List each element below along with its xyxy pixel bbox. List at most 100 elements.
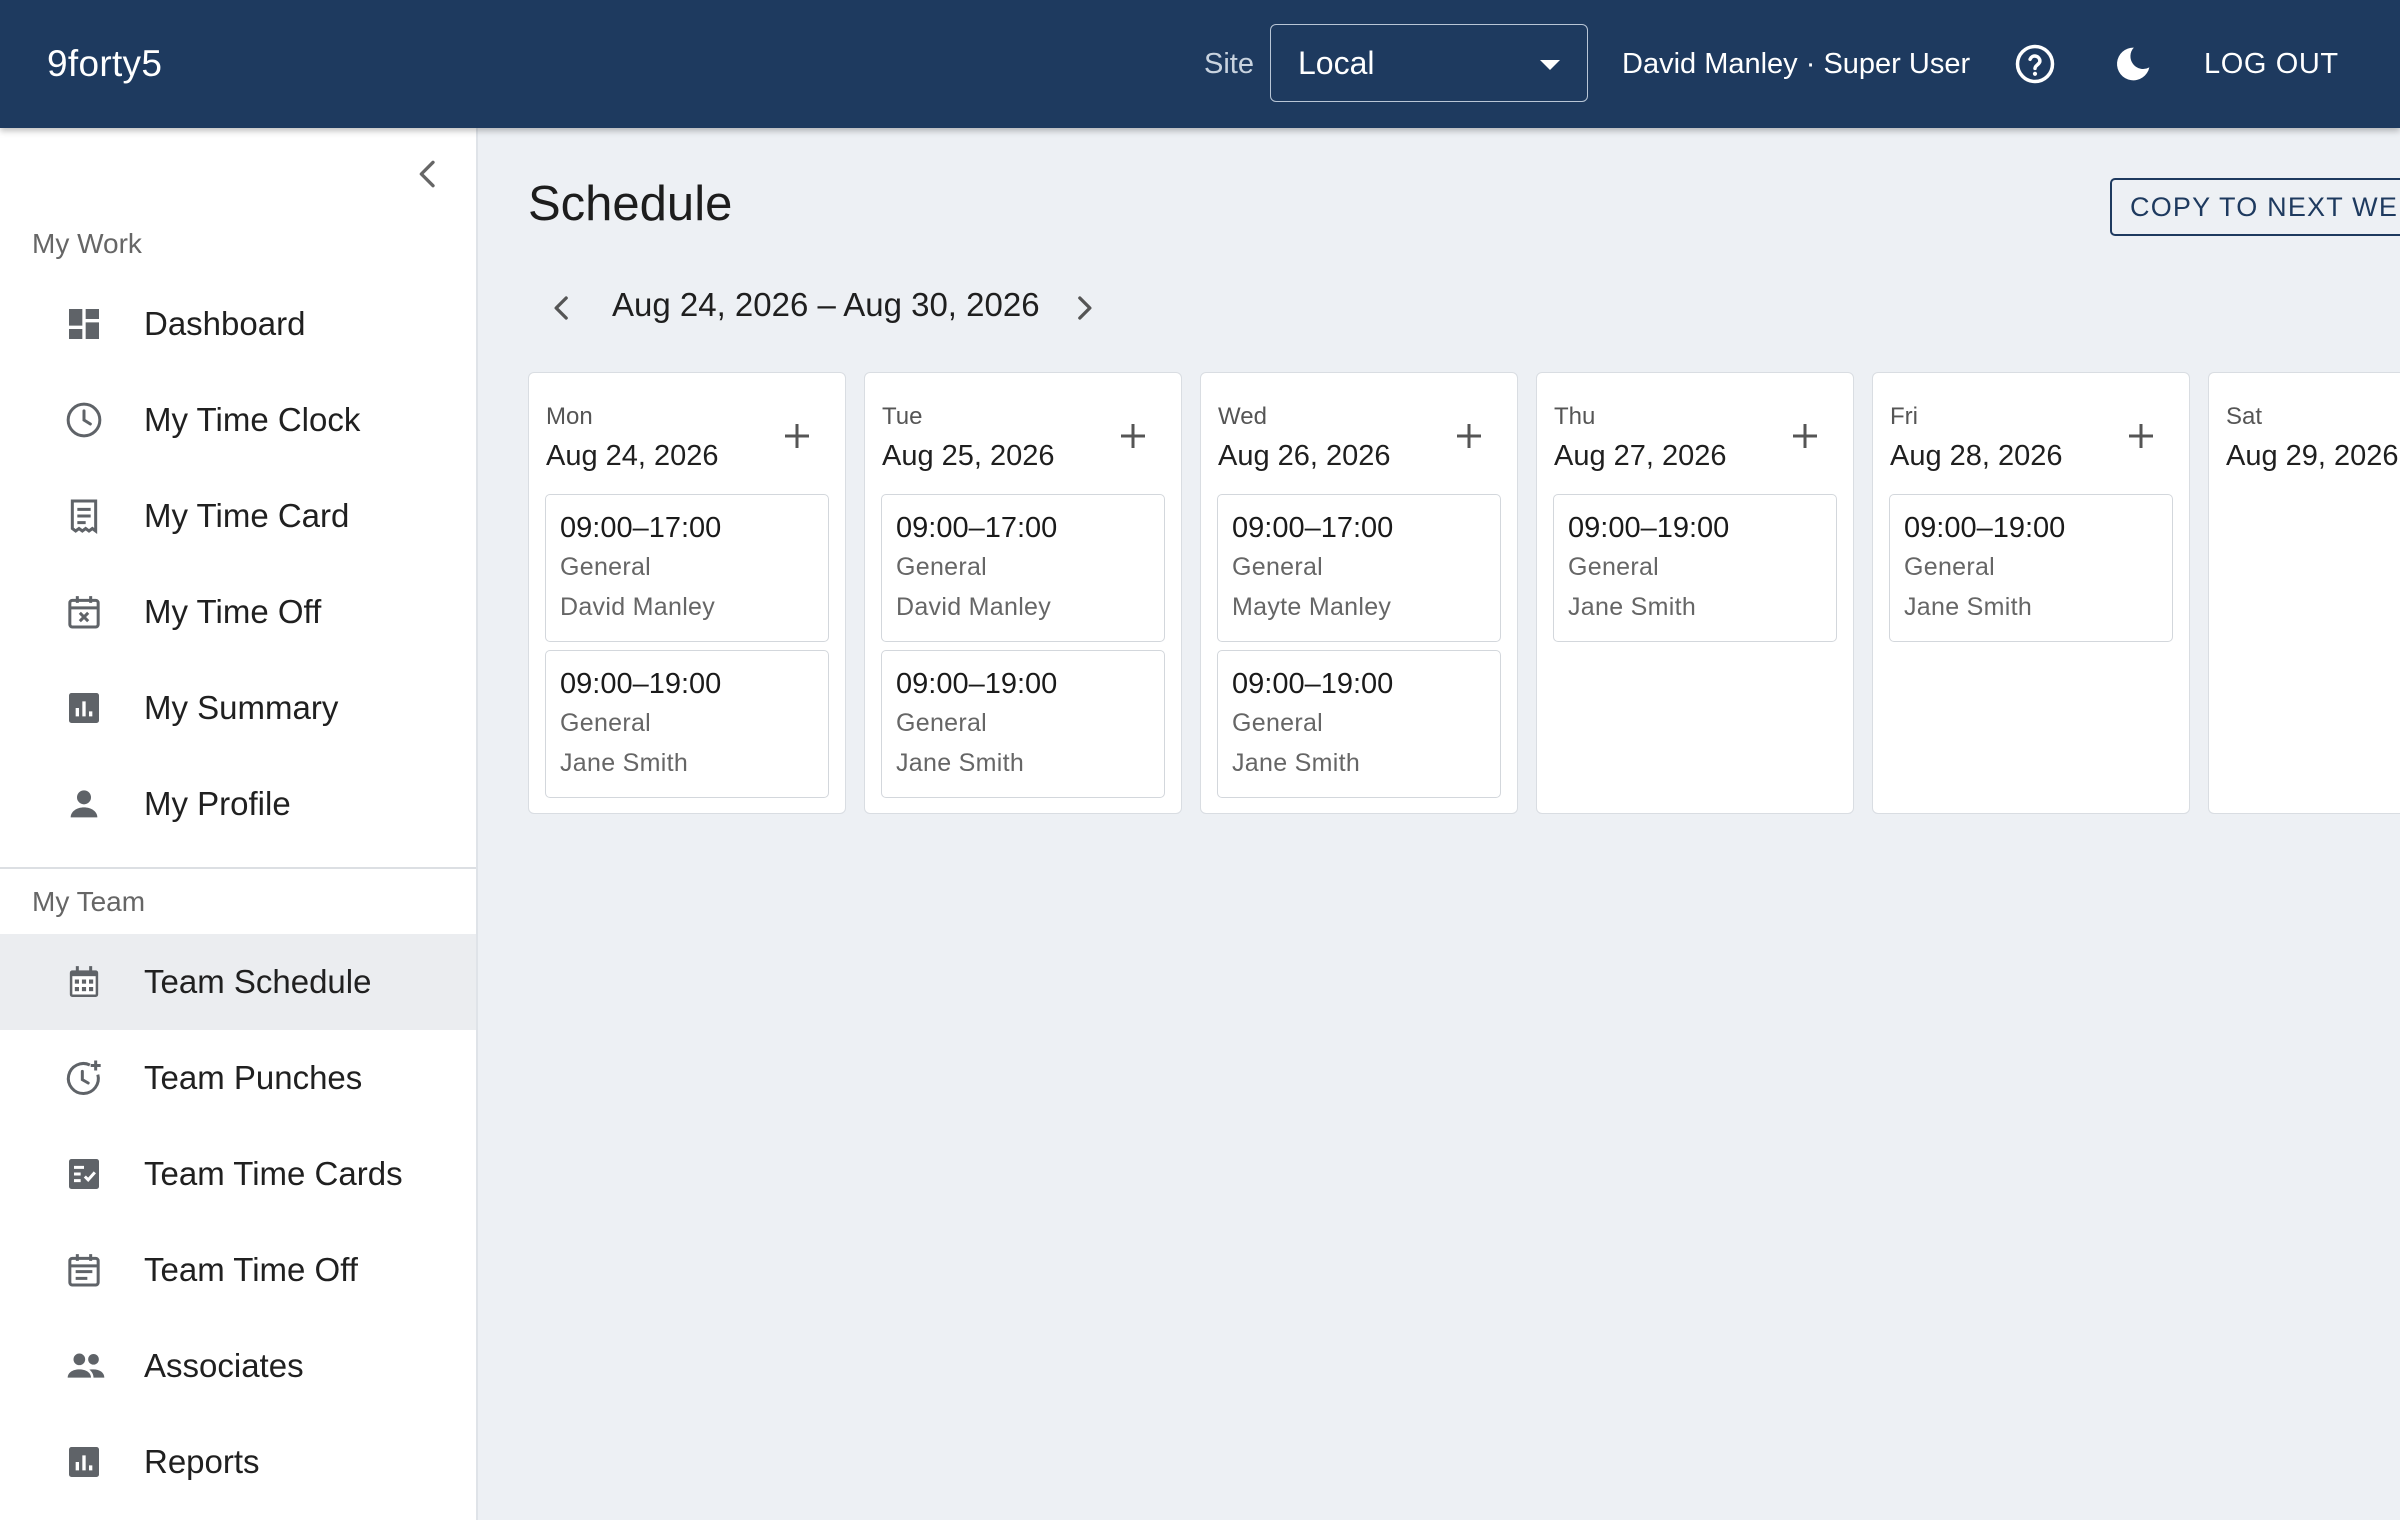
shift-person: Jane Smith bbox=[896, 749, 1025, 777]
shift-time: 09:00–17:00 bbox=[896, 512, 1058, 544]
add-shift-icon[interactable] bbox=[1787, 418, 1823, 454]
day-name: Wed bbox=[1218, 403, 1267, 430]
shift-time: 09:00–19:00 bbox=[896, 668, 1058, 700]
nav-item-my-time-card[interactable]: My Time Card bbox=[0, 468, 476, 564]
shift-card[interactable]: 09:00–19:00 General Jane Smith bbox=[881, 650, 1165, 798]
shift-person: Jane Smith bbox=[1904, 593, 2033, 621]
clock-icon bbox=[64, 400, 104, 440]
moon-icon[interactable] bbox=[2112, 43, 2154, 85]
copy-to-next-week-button[interactable]: COPY TO NEXT WEEK bbox=[2110, 178, 2400, 236]
nav-item-my-profile[interactable]: My Profile bbox=[0, 756, 476, 852]
nav-label: Team Time Off bbox=[144, 1251, 358, 1288]
shift-time: 09:00–17:00 bbox=[560, 512, 722, 544]
nav-item-team-time-cards[interactable]: Team Time Cards bbox=[0, 1126, 476, 1222]
nav-item-team-time-off[interactable]: Team Time Off bbox=[0, 1222, 476, 1318]
day-date: Aug 29, 2026 bbox=[2226, 440, 2399, 472]
nav-label: My Time Off bbox=[144, 593, 322, 630]
shift-role: General bbox=[896, 709, 988, 737]
day-date: Aug 24, 2026 bbox=[546, 440, 719, 472]
site-select-value: Local bbox=[1298, 44, 1375, 81]
nav-item-dashboard[interactable]: Dashboard bbox=[0, 276, 476, 372]
shift-person: David Manley bbox=[560, 593, 716, 621]
shift-card[interactable]: 09:00–19:00 General Jane Smith bbox=[1553, 494, 1837, 642]
help-circle-icon[interactable] bbox=[2014, 43, 2056, 85]
calendar-grid-icon bbox=[64, 962, 104, 1002]
add-shift-icon[interactable] bbox=[1115, 418, 1151, 454]
day-name: Mon bbox=[546, 403, 593, 430]
nav-label: Associates bbox=[144, 1347, 304, 1384]
shift-card[interactable]: 09:00–17:00 General David Manley bbox=[545, 494, 829, 642]
calendar-note-icon bbox=[64, 1250, 104, 1290]
nav-label: My Time Card bbox=[144, 497, 350, 534]
nav-label: My Profile bbox=[144, 785, 291, 822]
chevron-right-icon[interactable] bbox=[1064, 288, 1104, 328]
shift-card[interactable]: 09:00–17:00 General David Manley bbox=[881, 494, 1165, 642]
dashboard-icon bbox=[64, 304, 104, 344]
site-label: Site bbox=[1204, 47, 1254, 80]
nav-label: Reports bbox=[144, 1443, 260, 1480]
add-shift-icon[interactable] bbox=[2123, 418, 2159, 454]
add-shift-icon[interactable] bbox=[1451, 418, 1487, 454]
nav-item-team-punches[interactable]: Team Punches bbox=[0, 1030, 476, 1126]
nav-item-my-summary[interactable]: My Summary bbox=[0, 660, 476, 756]
nav-label: Team Time Cards bbox=[144, 1155, 403, 1192]
shift-person: David Manley bbox=[896, 593, 1052, 621]
shift-person: Jane Smith bbox=[1568, 593, 1697, 621]
day-name: Tue bbox=[882, 403, 923, 430]
day-column-fri: Fri Aug 28, 2026 09:00–19:00 General Jan… bbox=[1872, 372, 2190, 814]
day-name: Sat bbox=[2226, 403, 2263, 430]
week-range: Aug 24, 2026 – Aug 30, 2026 bbox=[612, 286, 1040, 323]
day-column-mon: Mon Aug 24, 2026 09:00–17:00 General Dav… bbox=[528, 372, 846, 814]
shift-role: General bbox=[1568, 553, 1660, 581]
nav-item-associates[interactable]: Associates bbox=[0, 1318, 476, 1414]
shift-role: General bbox=[1904, 553, 1996, 581]
shift-person: Mayte Manley bbox=[1232, 593, 1392, 621]
nav-label: Team Punches bbox=[144, 1059, 363, 1096]
chevron-left-icon[interactable] bbox=[542, 288, 582, 328]
shift-role: General bbox=[560, 553, 652, 581]
shift-time: 09:00–19:00 bbox=[560, 668, 722, 700]
user-info: David Manley · Super User bbox=[1622, 47, 1971, 80]
page-title: Schedule bbox=[528, 177, 733, 231]
day-date: Aug 26, 2026 bbox=[1218, 440, 1391, 472]
day-name: Fri bbox=[1890, 403, 1918, 430]
checklist-icon bbox=[64, 1154, 104, 1194]
nav-label: Team Schedule bbox=[144, 963, 372, 1000]
nav-item-my-time-clock[interactable]: My Time Clock bbox=[0, 372, 476, 468]
nav-item-my-time-off[interactable]: My Time Off bbox=[0, 564, 476, 660]
add-shift-icon[interactable] bbox=[779, 418, 815, 454]
top-app-bar: 9forty5 Site Local David Manley · Super … bbox=[0, 0, 2400, 128]
clock-plus-icon bbox=[64, 1058, 104, 1098]
site-select[interactable]: Local bbox=[1270, 24, 1588, 102]
sidebar-divider bbox=[0, 867, 476, 869]
shift-time: 09:00–19:00 bbox=[1232, 668, 1394, 700]
app-logo[interactable]: 9forty5 bbox=[47, 43, 162, 85]
nav-label: Dashboard bbox=[144, 305, 306, 342]
nav-item-reports[interactable]: Reports bbox=[0, 1414, 476, 1510]
bar-chart-icon bbox=[64, 1442, 104, 1482]
day-column-tue: Tue Aug 25, 2026 09:00–17:00 General Dav… bbox=[864, 372, 1182, 814]
dropdown-caret-icon bbox=[1540, 60, 1560, 70]
nav-label: My Summary bbox=[144, 689, 339, 726]
shift-role: General bbox=[1232, 553, 1324, 581]
people-icon bbox=[64, 1346, 105, 1386]
shift-person: Jane Smith bbox=[560, 749, 689, 777]
receipt-icon bbox=[64, 496, 104, 536]
chevron-left-icon[interactable] bbox=[408, 154, 448, 194]
section-heading-my-work: My Work bbox=[32, 228, 142, 259]
shift-role: General bbox=[896, 553, 988, 581]
shift-role: General bbox=[560, 709, 652, 737]
day-date: Aug 28, 2026 bbox=[1890, 440, 2063, 472]
person-icon bbox=[64, 784, 104, 824]
nav-item-team-schedule[interactable]: Team Schedule bbox=[0, 934, 476, 1030]
day-date: Aug 25, 2026 bbox=[882, 440, 1055, 472]
day-column-sat: Sat Aug 29, 2026 bbox=[2208, 372, 2400, 814]
shift-card[interactable]: 09:00–19:00 General Jane Smith bbox=[1889, 494, 2173, 642]
bar-chart-icon bbox=[64, 688, 104, 728]
calendar-x-icon bbox=[64, 592, 104, 632]
shift-person: Jane Smith bbox=[1232, 749, 1361, 777]
shift-card[interactable]: 09:00–19:00 General Jane Smith bbox=[1217, 650, 1501, 798]
logout-button[interactable]: LOG OUT bbox=[2204, 48, 2339, 81]
shift-card[interactable]: 09:00–19:00 General Jane Smith bbox=[545, 650, 829, 798]
shift-card[interactable]: 09:00–17:00 General Mayte Manley bbox=[1217, 494, 1501, 642]
